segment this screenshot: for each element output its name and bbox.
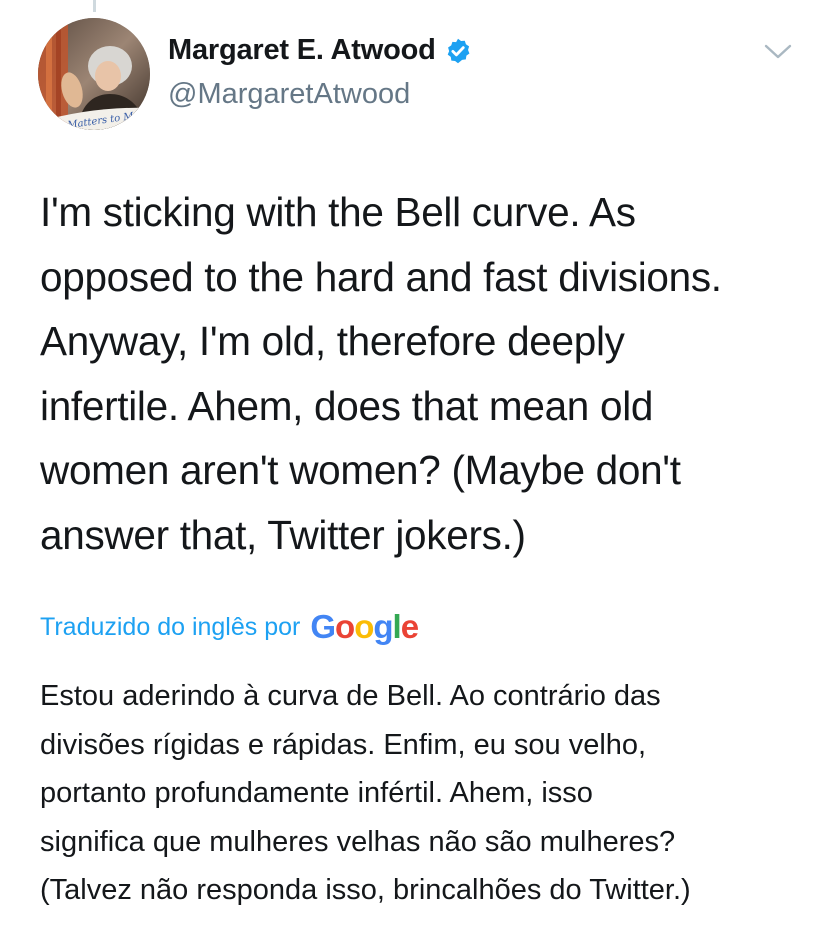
translation-attribution: Traduzido do inglês por Google	[40, 608, 419, 646]
verified-badge-icon	[447, 38, 470, 63]
author-name-row: Margaret E. Atwood	[168, 34, 472, 67]
author-handle[interactable]: @MargaretAtwood	[168, 78, 410, 111]
google-logo: Google	[310, 608, 419, 645]
translated-by-link[interactable]: Traduzido do inglês por	[40, 613, 300, 642]
avatar-image: It Matters to Me	[38, 18, 150, 130]
author-display-name[interactable]: Margaret E. Atwood	[168, 34, 436, 67]
tweet-text: I'm sticking with the Bell curve. As opp…	[40, 189, 722, 558]
thread-connector-line	[93, 0, 96, 12]
chevron-down-icon[interactable]	[762, 40, 794, 64]
translated-tweet-text: Estou aderindo à curva de Bell. Ao contr…	[40, 680, 691, 906]
avatar[interactable]: It Matters to Me	[38, 18, 150, 130]
